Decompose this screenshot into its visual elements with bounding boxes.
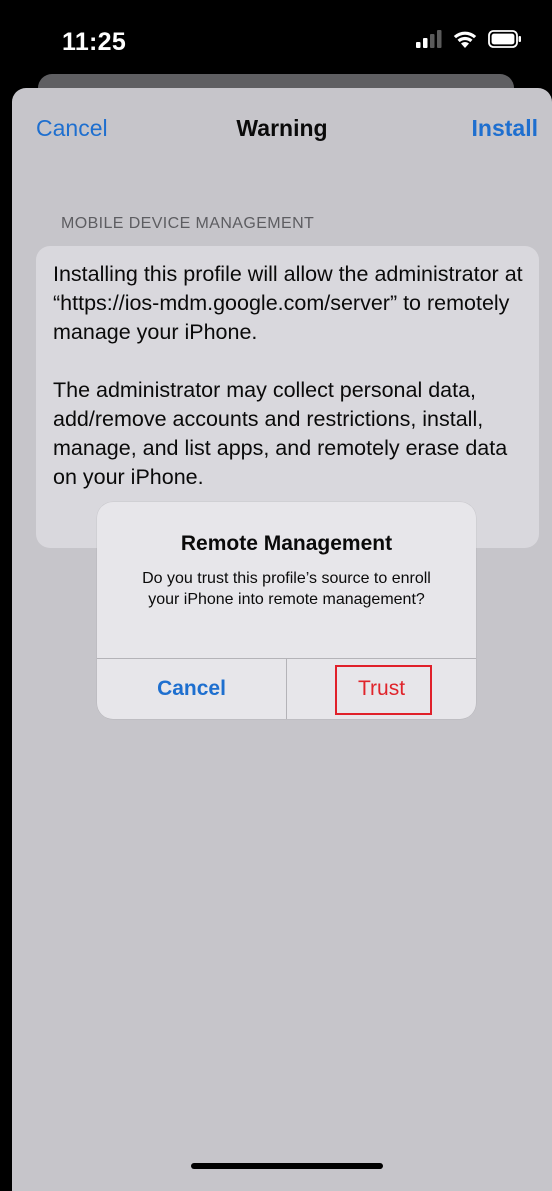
trust-highlight-box [335, 665, 432, 715]
signal-icon [416, 29, 442, 53]
status-time: 11:25 [62, 28, 127, 56]
alert-cancel-button[interactable]: Cancel [97, 659, 286, 719]
nav-install-button[interactable]: Install [472, 115, 538, 142]
home-indicator[interactable] [191, 1163, 383, 1169]
status-icons [416, 28, 522, 54]
mdm-warning-text: Installing this profile will allow the a… [53, 262, 523, 489]
alert-message: Do you trust this profile’s source to en… [142, 570, 431, 608]
wifi-icon [452, 29, 478, 54]
battery-icon [488, 29, 522, 53]
alert-title: Remote Management [180, 532, 393, 555]
section-header: MOBILE DEVICE MANAGEMENT [61, 215, 315, 232]
nav-cancel-button[interactable]: Cancel [36, 115, 108, 142]
